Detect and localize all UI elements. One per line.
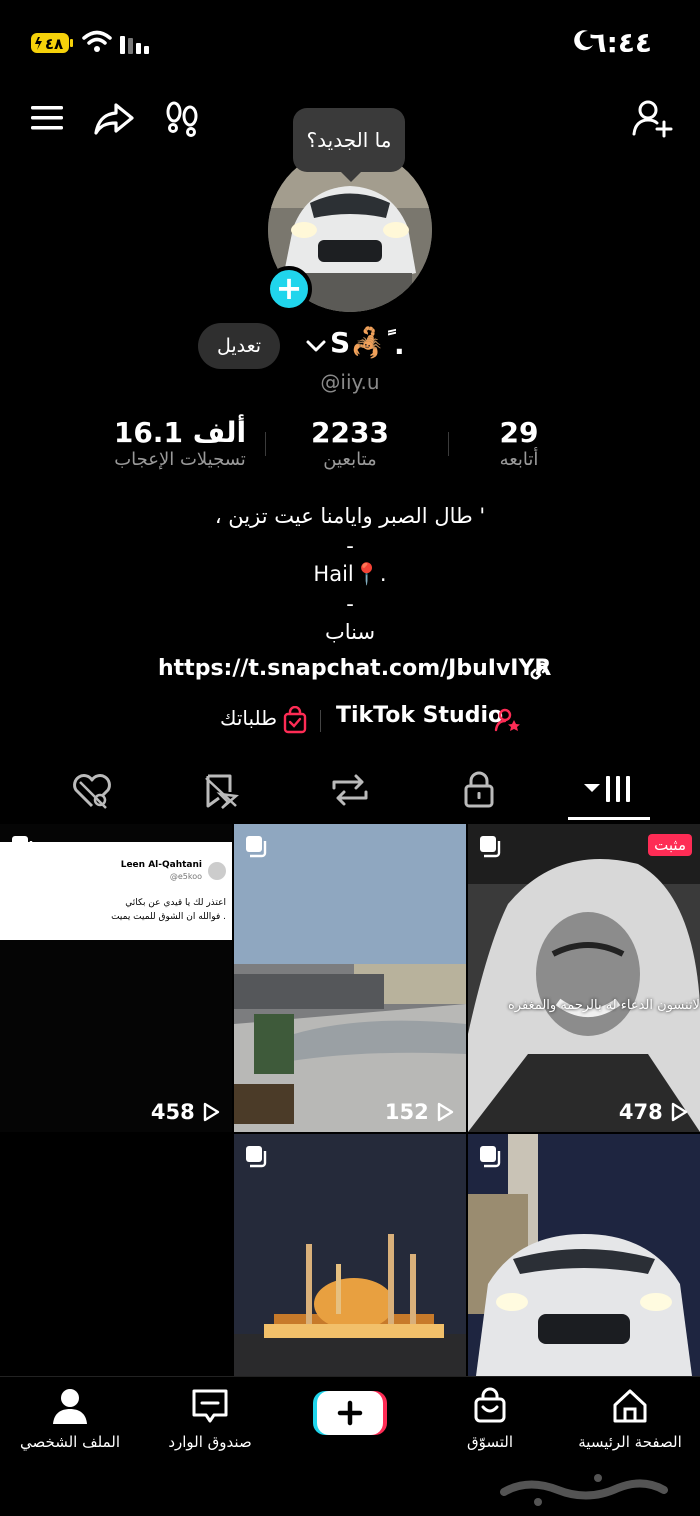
video-grid: مثبت لاتنسون الدعاء له بالرحمه والمغفره … [0, 824, 700, 1376]
nav-shop[interactable]: التسوّق [420, 1387, 560, 1451]
view-count: 458 [151, 1100, 220, 1124]
tweet-text: اعتذر لك يا قيدي عن بكائي [125, 898, 226, 908]
tab-liked[interactable] [62, 766, 122, 816]
following-count: 29 [499, 416, 539, 449]
video-caption: لاتنسون الدعاء له بالرحمه والمغفره [508, 998, 700, 1013]
nav-profile-label: الملف الشخصي [20, 1433, 120, 1451]
studio-divider [320, 710, 321, 732]
video-thumbnail[interactable] [468, 1134, 700, 1376]
likes-label: تسجيلات الإعجاب [114, 449, 246, 470]
nav-home[interactable]: الصفحة الرئيسية [560, 1387, 700, 1451]
content-tabs [0, 760, 700, 822]
username-handle: @iiy.u [320, 370, 380, 394]
followers-label: متابعين [323, 449, 377, 470]
bio-line: Hail📍. [313, 562, 387, 586]
tab-reposts[interactable] [320, 766, 380, 816]
followers-stat[interactable]: 2233 متابعين [285, 416, 415, 470]
play-icon [203, 1102, 220, 1122]
video-thumbnail[interactable]: مثبت لاتنسون الدعاء له بالرحمه والمغفره … [468, 824, 700, 1132]
create-button[interactable] [313, 1389, 387, 1437]
tweet-handle: @e5koo [169, 872, 202, 881]
menu-icon[interactable] [28, 96, 72, 140]
view-count-number: 458 [150, 1100, 195, 1124]
multi-clip-icon [244, 834, 268, 858]
nav-inbox[interactable]: صندوق الوارد [140, 1387, 280, 1451]
haraj-watermark-logo [498, 1470, 668, 1510]
orders-link[interactable]: طلباتك [220, 706, 277, 730]
nav-inbox-label: صندوق الوارد [168, 1433, 252, 1451]
tweet-avatar [208, 862, 226, 880]
stat-divider [265, 432, 266, 456]
tab-videos[interactable] [580, 766, 640, 816]
status-bar: ٤٨ ٦:٤٤ [0, 0, 700, 86]
multi-clip-icon [478, 834, 502, 858]
active-tab-indicator [568, 817, 650, 820]
signal-icon [120, 34, 152, 54]
stat-divider [448, 432, 449, 456]
multi-clip-icon [244, 1144, 268, 1168]
status-time: ٦:٤٤ [589, 26, 652, 59]
nav-profile[interactable]: الملف الشخصي [0, 1387, 140, 1451]
orders-icon [282, 705, 308, 734]
nav-shop-label: التسوّق [466, 1433, 514, 1451]
battery-icon: ٤٨ [30, 31, 74, 55]
link-icon [526, 658, 552, 684]
tiktok-studio-link[interactable]: TikTok Studio [336, 703, 503, 728]
edit-profile-button[interactable]: تعديل [198, 323, 280, 369]
tweet-text: فوالله ان الشوق للميت يميت . [111, 912, 226, 922]
multi-clip-icon [478, 1144, 502, 1168]
view-count-number: 152 [384, 1100, 429, 1124]
bio-line: - [346, 534, 354, 558]
add-story-button[interactable]: + [266, 266, 312, 312]
video-thumbnail[interactable] [234, 1134, 466, 1376]
play-icon [671, 1102, 688, 1122]
profile-icon [53, 1389, 87, 1424]
shopping-bag-icon [474, 1387, 506, 1423]
multi-clip-icon [10, 834, 34, 858]
following-stat[interactable]: 29 أتابعه [460, 416, 578, 470]
bio-line: - [346, 592, 354, 616]
likes-count: 16.1 ألف [113, 416, 247, 449]
tab-private[interactable] [449, 766, 509, 816]
pinned-badge: مثبت [648, 834, 692, 856]
view-count-number: 478 [618, 1100, 663, 1124]
profile-link[interactable]: https://t.snapchat.com/JbuIvIYR [158, 656, 551, 681]
followers-count: 2233 [311, 416, 389, 449]
video-thumbnail[interactable]: Leen Al-Qahtani @e5koo اعتذر لك يا قيدي … [0, 824, 232, 1132]
video-thumbnail[interactable]: 152 [234, 824, 466, 1132]
bio-line: ، طال الصبر وايامنا عيت تزين ' [214, 504, 486, 528]
footprints-icon[interactable] [160, 96, 204, 140]
share-icon[interactable] [92, 96, 136, 140]
view-count: 478 [619, 1100, 688, 1124]
nav-home-label: الصفحة الرئيسية [578, 1433, 682, 1451]
view-count: 152 [385, 1100, 454, 1124]
video-thumbnail[interactable] [0, 1134, 232, 1376]
home-icon [613, 1389, 647, 1423]
tweet-author: Leen Al-Qahtani [120, 860, 202, 870]
display-name: S🦂ً [330, 326, 386, 359]
tab-favorites[interactable] [192, 766, 252, 816]
whats-new-tooltip: ما الجديد؟ [293, 108, 405, 182]
battery-level: ٤٨ [45, 35, 63, 53]
inbox-icon [192, 1389, 228, 1423]
chevron-down-icon[interactable] [304, 334, 328, 358]
add-friend-icon[interactable] [630, 96, 674, 140]
bio-line: سناب [324, 620, 376, 644]
following-label: أتابعه [499, 449, 539, 470]
play-icon [437, 1102, 454, 1122]
studio-icon [494, 706, 522, 734]
name-dot: . [394, 328, 405, 361]
tweet-card: Leen Al-Qahtani @e5koo اعتذر لك يا قيدي … [0, 842, 232, 940]
wifi-icon [82, 30, 112, 54]
likes-stat[interactable]: 16.1 ألف تسجيلات الإعجاب [100, 416, 260, 470]
